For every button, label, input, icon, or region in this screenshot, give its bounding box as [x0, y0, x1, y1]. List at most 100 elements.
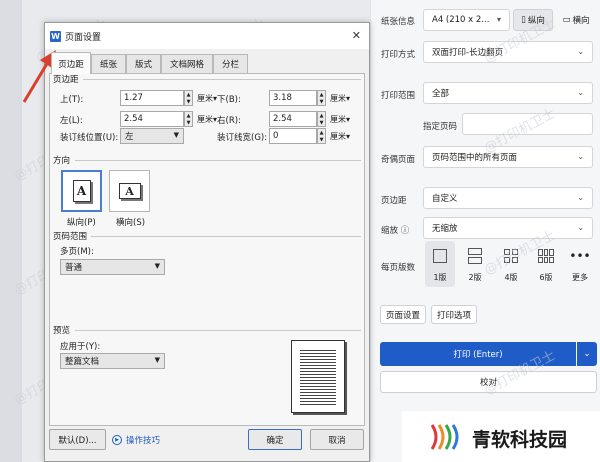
tips-link[interactable]: ▶ 操作技巧 [112, 434, 160, 446]
left-margin-spinner[interactable]: ▲ ▼ [184, 111, 193, 127]
landscape-option[interactable]: A [109, 170, 150, 212]
close-icon[interactable]: ✕ [352, 29, 361, 42]
left-margin-input[interactable]: 2.54 [120, 111, 184, 127]
portrait-option-label: 纵向(P) [67, 218, 96, 228]
zoom-select[interactable]: 无缩放 ⌄ [423, 217, 593, 239]
page-icon: ▯ [521, 15, 526, 25]
tab-layout[interactable]: 版式 [126, 54, 161, 73]
multi-page-select[interactable]: 普通 ▼ [60, 259, 165, 275]
right-margin-input[interactable]: 2.54 [269, 111, 317, 127]
print-settings-panel: 纸张信息 A4 (210 x 2... ▾ ▯ 纵向 ▭ 横向 打印方式 双面打印-长… [370, 0, 600, 462]
chevron-down-icon: ⌄ [583, 349, 591, 359]
print-mode-label: 打印方式 [381, 50, 416, 60]
tab-columns[interactable]: 分栏 [213, 54, 248, 73]
gutter-width-spinner[interactable]: ▲ ▼ [317, 128, 326, 144]
layout-6-label: 6版 [539, 273, 553, 282]
portrait-page-icon: A [72, 180, 91, 202]
preview-text-lines [300, 348, 336, 406]
top-margin-spinner[interactable]: ▲ ▼ [184, 90, 193, 106]
gutter-width-label: 装订线宽(G): [217, 133, 268, 143]
landscape-option-label: 横向(S) [116, 218, 146, 228]
dialog-title: 页面设置 [65, 32, 102, 43]
tab-document-grid[interactable]: 文档网格 [161, 54, 213, 73]
print-dropdown-button[interactable]: ⌄ [577, 342, 597, 366]
brand-logo: 青软科技园 [402, 411, 600, 462]
margin-value: 自定义 [432, 194, 458, 204]
ok-button[interactable]: 确定 [248, 429, 302, 450]
bottom-margin-input[interactable]: 3.18 [269, 90, 317, 106]
brand-waves-icon [430, 424, 459, 450]
chevron-down-icon: ▼ [173, 131, 179, 139]
divider [83, 79, 361, 80]
layout-2-label: 2版 [468, 273, 482, 282]
unit-select[interactable]: 厘米▾ [330, 114, 350, 125]
print-range-select[interactable]: 全部 ⌄ [423, 82, 593, 104]
unit-select[interactable]: 厘米▾ [197, 93, 217, 104]
more-icon[interactable]: ••• [567, 243, 593, 269]
print-range-value: 全部 [432, 89, 450, 99]
unit-select[interactable]: 厘米▾ [197, 114, 217, 125]
chevron-down-icon: ▾ [496, 15, 501, 24]
gutter-position-value: 左 [125, 132, 134, 142]
right-margin-spinner[interactable]: ▲ ▼ [317, 111, 326, 127]
print-range-label: 打印范围 [381, 91, 416, 101]
right-margin-label: 右(R): [217, 116, 241, 126]
preview-section-title: 预览 [53, 326, 71, 336]
bottom-margin-label: 下(B): [217, 95, 241, 105]
tab-paper[interactable]: 纸张 [91, 54, 126, 73]
page-landscape-icon: ▭ [562, 15, 571, 25]
odd-even-select[interactable]: 页码范围中的所有页面 ⌄ [423, 146, 593, 168]
odd-even-value: 页码范围中的所有页面 [432, 153, 518, 163]
chevron-down-icon: ⌄ [577, 88, 584, 97]
page-setup-dialog: W 页面设置 ✕ 页边距 纸张 版式 文档网格 分栏 页边距 上(T): 1.2… [44, 22, 370, 462]
multi-page-label: 多页(M): [60, 247, 94, 257]
gutter-width-input[interactable]: 0 [269, 128, 317, 144]
divider [75, 160, 361, 161]
play-icon: ▶ [112, 435, 122, 445]
help-icon: ⓘ [400, 226, 410, 236]
portrait-option[interactable]: A [61, 170, 102, 212]
margin-label: 页边距 [381, 196, 407, 206]
dialog-titlebar: W 页面设置 ✕ [45, 23, 369, 49]
top-margin-label: 上(T): [60, 95, 84, 105]
apply-to-value: 整篇文档 [65, 357, 100, 367]
divider [75, 330, 361, 331]
layout-1-icon[interactable] [427, 243, 453, 269]
paper-size-value: A4 (210 x 2... [432, 15, 490, 25]
chevron-down-icon: ⌄ [577, 193, 584, 202]
chevron-down-icon: ▼ [154, 356, 160, 364]
apply-to-select[interactable]: 整篇文档 ▼ [60, 353, 165, 369]
unit-select[interactable]: 厘米▾ [330, 93, 350, 104]
print-options-button[interactable]: 打印选项 [431, 305, 477, 324]
cancel-button[interactable]: 取消 [310, 429, 364, 450]
landscape-label: 横向 [572, 16, 590, 26]
tab-margins[interactable]: 页边距 [51, 52, 91, 74]
multi-page-value: 普通 [65, 263, 83, 273]
brand-name: 青软科技园 [472, 429, 568, 451]
pages-per-sheet-label: 每页版数 [381, 263, 416, 273]
chevron-down-icon: ▼ [154, 262, 160, 270]
paper-info-label: 纸张信息 [381, 17, 416, 27]
odd-even-label: 奇偶页面 [381, 155, 416, 165]
gutter-position-select[interactable]: 左 ▼ [120, 128, 184, 144]
left-margin-label: 左(L): [60, 116, 83, 126]
gutter-position-label: 装订线位置(U): [60, 133, 119, 143]
layout-1-label: 1版 [433, 273, 447, 282]
top-margin-input[interactable]: 1.27 [120, 90, 184, 106]
specify-pages-label: 指定页码 [423, 122, 458, 132]
bottom-margin-spinner[interactable]: ▲ ▼ [317, 90, 326, 106]
default-button[interactable]: 默认(D)... [49, 429, 106, 450]
unit-select[interactable]: 厘米▾ [330, 131, 350, 142]
paper-size-select[interactable]: A4 (210 x 2... ▾ [423, 9, 510, 31]
chevron-down-icon: ⌄ [577, 47, 584, 56]
page-preview [291, 340, 345, 413]
page-setup-button[interactable]: 页面设置 [380, 305, 426, 324]
landscape-toggle[interactable]: ▭ 横向 [556, 9, 596, 31]
apply-to-label: 应用于(Y): [60, 342, 101, 352]
tips-label: 操作技巧 [126, 436, 161, 446]
wps-writer-icon: W [50, 30, 61, 42]
page-range-section-title: 页码范围 [53, 232, 88, 242]
chevron-down-icon: ⌄ [577, 152, 584, 161]
divider [91, 236, 361, 237]
margin-select[interactable]: 自定义 ⌄ [423, 187, 593, 209]
